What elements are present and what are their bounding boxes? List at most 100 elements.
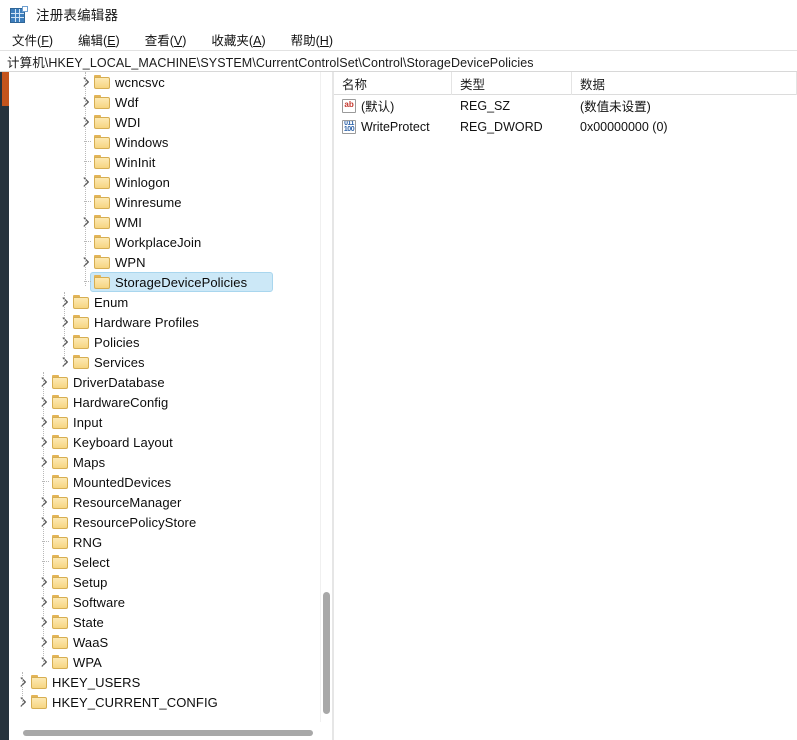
chevron-right-icon[interactable] xyxy=(38,612,50,632)
chevron-right-icon[interactable] xyxy=(59,352,71,372)
tree-node-wdf[interactable]: Wdf xyxy=(9,92,312,112)
folder-icon xyxy=(52,615,69,629)
chevron-right-icon[interactable] xyxy=(59,332,71,352)
tree-node-driverdatabase[interactable]: DriverDatabase xyxy=(9,372,312,392)
tree-node-label: Windows xyxy=(115,134,169,150)
tree-node-label: wcncsvc xyxy=(115,74,165,90)
chevron-right-icon[interactable] xyxy=(80,112,92,132)
menu-bar: 文件(F) 编辑(E) 查看(V) 收藏夹(A) 帮助(H) xyxy=(0,28,797,51)
chevron-right-icon[interactable] xyxy=(38,632,50,652)
tree-node-winlogon[interactable]: Winlogon xyxy=(9,172,312,192)
tree-node-label: Input xyxy=(73,414,103,430)
tree-node-label: WinInit xyxy=(115,154,156,170)
menu-file[interactable]: 文件(F) xyxy=(10,29,55,50)
tree-node-storagedevicepolicies[interactable]: StorageDevicePolicies xyxy=(9,272,312,292)
chevron-right-icon[interactable] xyxy=(17,672,29,692)
tree-node-hardwareconfig[interactable]: HardwareConfig xyxy=(9,392,312,412)
tree-node-wdi[interactable]: WDI xyxy=(9,112,312,132)
tree-node-label: Setup xyxy=(73,574,108,590)
chevron-right-icon[interactable] xyxy=(38,492,50,512)
chevron-right-icon[interactable] xyxy=(80,252,92,272)
tree-node-state[interactable]: State xyxy=(9,612,312,632)
background-window-strip xyxy=(0,0,9,740)
folder-icon xyxy=(94,135,111,149)
tree-node-wcncsvc[interactable]: wcncsvc xyxy=(9,72,312,92)
tree-horizontal-scroll-thumb[interactable] xyxy=(23,730,313,736)
menu-help[interactable]: 帮助(H) xyxy=(289,29,335,50)
tree-node-select[interactable]: Select xyxy=(9,552,312,572)
tree-node-mounteddevices[interactable]: MountedDevices xyxy=(9,472,312,492)
tree-node-label: Select xyxy=(73,554,110,570)
chevron-right-icon[interactable] xyxy=(38,392,50,412)
chevron-right-icon[interactable] xyxy=(17,692,29,712)
tree-node-wininit[interactable]: WinInit xyxy=(9,152,312,172)
menu-favorites[interactable]: 收藏夹(A) xyxy=(209,29,267,50)
registry-values-pane[interactable]: 名称 类型 数据 ab (默认) REG_SZ (数值未设置) 011 100 WritePro… xyxy=(334,72,797,740)
value-data-cell: 0x00000000 (0) xyxy=(580,119,668,134)
address-bar[interactable]: 计算机\HKEY_LOCAL_MACHINE\SYSTEM\CurrentCon… xyxy=(0,51,797,72)
chevron-right-icon[interactable] xyxy=(80,212,92,232)
chevron-right-icon[interactable] xyxy=(38,432,50,452)
tree-node-setup[interactable]: Setup xyxy=(9,572,312,592)
tree-vertical-scroll-thumb[interactable] xyxy=(323,592,330,714)
menu-view[interactable]: 查看(V) xyxy=(143,29,189,50)
value-row[interactable]: 011 100 WriteProtect REG_DWORD 0x00000000 (0… xyxy=(334,116,797,137)
chevron-right-icon[interactable] xyxy=(38,572,50,592)
tree-guide-line xyxy=(38,552,50,572)
menu-favorites-accel: A xyxy=(253,33,262,48)
tree-node-winresume[interactable]: Winresume xyxy=(9,192,312,212)
chevron-right-icon[interactable] xyxy=(59,292,71,312)
folder-icon xyxy=(94,115,111,129)
tree-node-wpn[interactable]: WPN xyxy=(9,252,312,272)
tree-node-maps[interactable]: Maps xyxy=(9,452,312,472)
tree-node-input[interactable]: Input xyxy=(9,412,312,432)
tree-node-label: WPA xyxy=(73,654,102,670)
tree-node-policies[interactable]: Policies xyxy=(9,332,312,352)
menu-file-label: 文件 xyxy=(12,33,38,48)
chevron-right-icon[interactable] xyxy=(80,92,92,112)
menu-file-accel: F xyxy=(41,33,49,48)
tree-node-wpa[interactable]: WPA xyxy=(9,652,312,672)
column-header-data[interactable]: 数据 xyxy=(572,72,797,95)
tree-node-resourcemanager[interactable]: ResourceManager xyxy=(9,492,312,512)
tree-node-label: WMI xyxy=(115,214,143,230)
values-column-header: 名称 类型 数据 xyxy=(334,72,797,95)
tree-node-workplacejoin[interactable]: WorkplaceJoin xyxy=(9,232,312,252)
tree-node-keyboard-layout[interactable]: Keyboard Layout xyxy=(9,432,312,452)
tree-node-rng[interactable]: RNG xyxy=(9,532,312,552)
folder-icon xyxy=(52,475,69,489)
chevron-right-icon[interactable] xyxy=(38,652,50,672)
chevron-right-icon[interactable] xyxy=(38,452,50,472)
folder-icon xyxy=(94,275,111,289)
tree-node-label: WDI xyxy=(115,114,141,130)
tree-horizontal-scrollbar[interactable] xyxy=(9,727,332,739)
chevron-right-icon[interactable] xyxy=(80,72,92,92)
tree-node-hkey-current-config[interactable]: HKEY_CURRENT_CONFIG xyxy=(9,692,312,712)
tree-vertical-scrollbar[interactable] xyxy=(321,72,332,722)
tree-node-resourcepolicystore[interactable]: ResourcePolicyStore xyxy=(9,512,312,532)
tree-node-software[interactable]: Software xyxy=(9,592,312,612)
chevron-right-icon[interactable] xyxy=(80,172,92,192)
registry-editor-icon xyxy=(10,5,28,23)
chevron-right-icon[interactable] xyxy=(38,592,50,612)
tree-node-windows[interactable]: Windows xyxy=(9,132,312,152)
tree-node-hkey-users[interactable]: HKEY_USERS xyxy=(9,672,312,692)
chevron-right-icon[interactable] xyxy=(38,512,50,532)
chevron-right-icon[interactable] xyxy=(38,412,50,432)
chevron-right-icon[interactable] xyxy=(38,372,50,392)
menu-edit[interactable]: 编辑(E) xyxy=(76,29,122,50)
tree-node-services[interactable]: Services xyxy=(9,352,312,372)
folder-icon xyxy=(31,675,48,689)
dword-value-icon: 011 100 xyxy=(342,119,356,134)
column-header-name[interactable]: 名称 xyxy=(334,72,452,95)
tree-guide-line xyxy=(38,472,50,492)
tree-node-hardware-profiles[interactable]: Hardware Profiles xyxy=(9,312,312,332)
column-header-type[interactable]: 类型 xyxy=(452,72,572,95)
tree-node-enum[interactable]: Enum xyxy=(9,292,312,312)
tree-node-wmi[interactable]: WMI xyxy=(9,212,312,232)
tree-node-label: Enum xyxy=(94,294,129,310)
chevron-right-icon[interactable] xyxy=(59,312,71,332)
value-row[interactable]: ab (默认) REG_SZ (数值未设置) xyxy=(334,95,797,116)
tree-node-waas[interactable]: WaaS xyxy=(9,632,312,652)
registry-tree-pane[interactable]: wcncsvc Wdf WDI Windows WinInit Winlogon Winre… xyxy=(9,72,321,722)
